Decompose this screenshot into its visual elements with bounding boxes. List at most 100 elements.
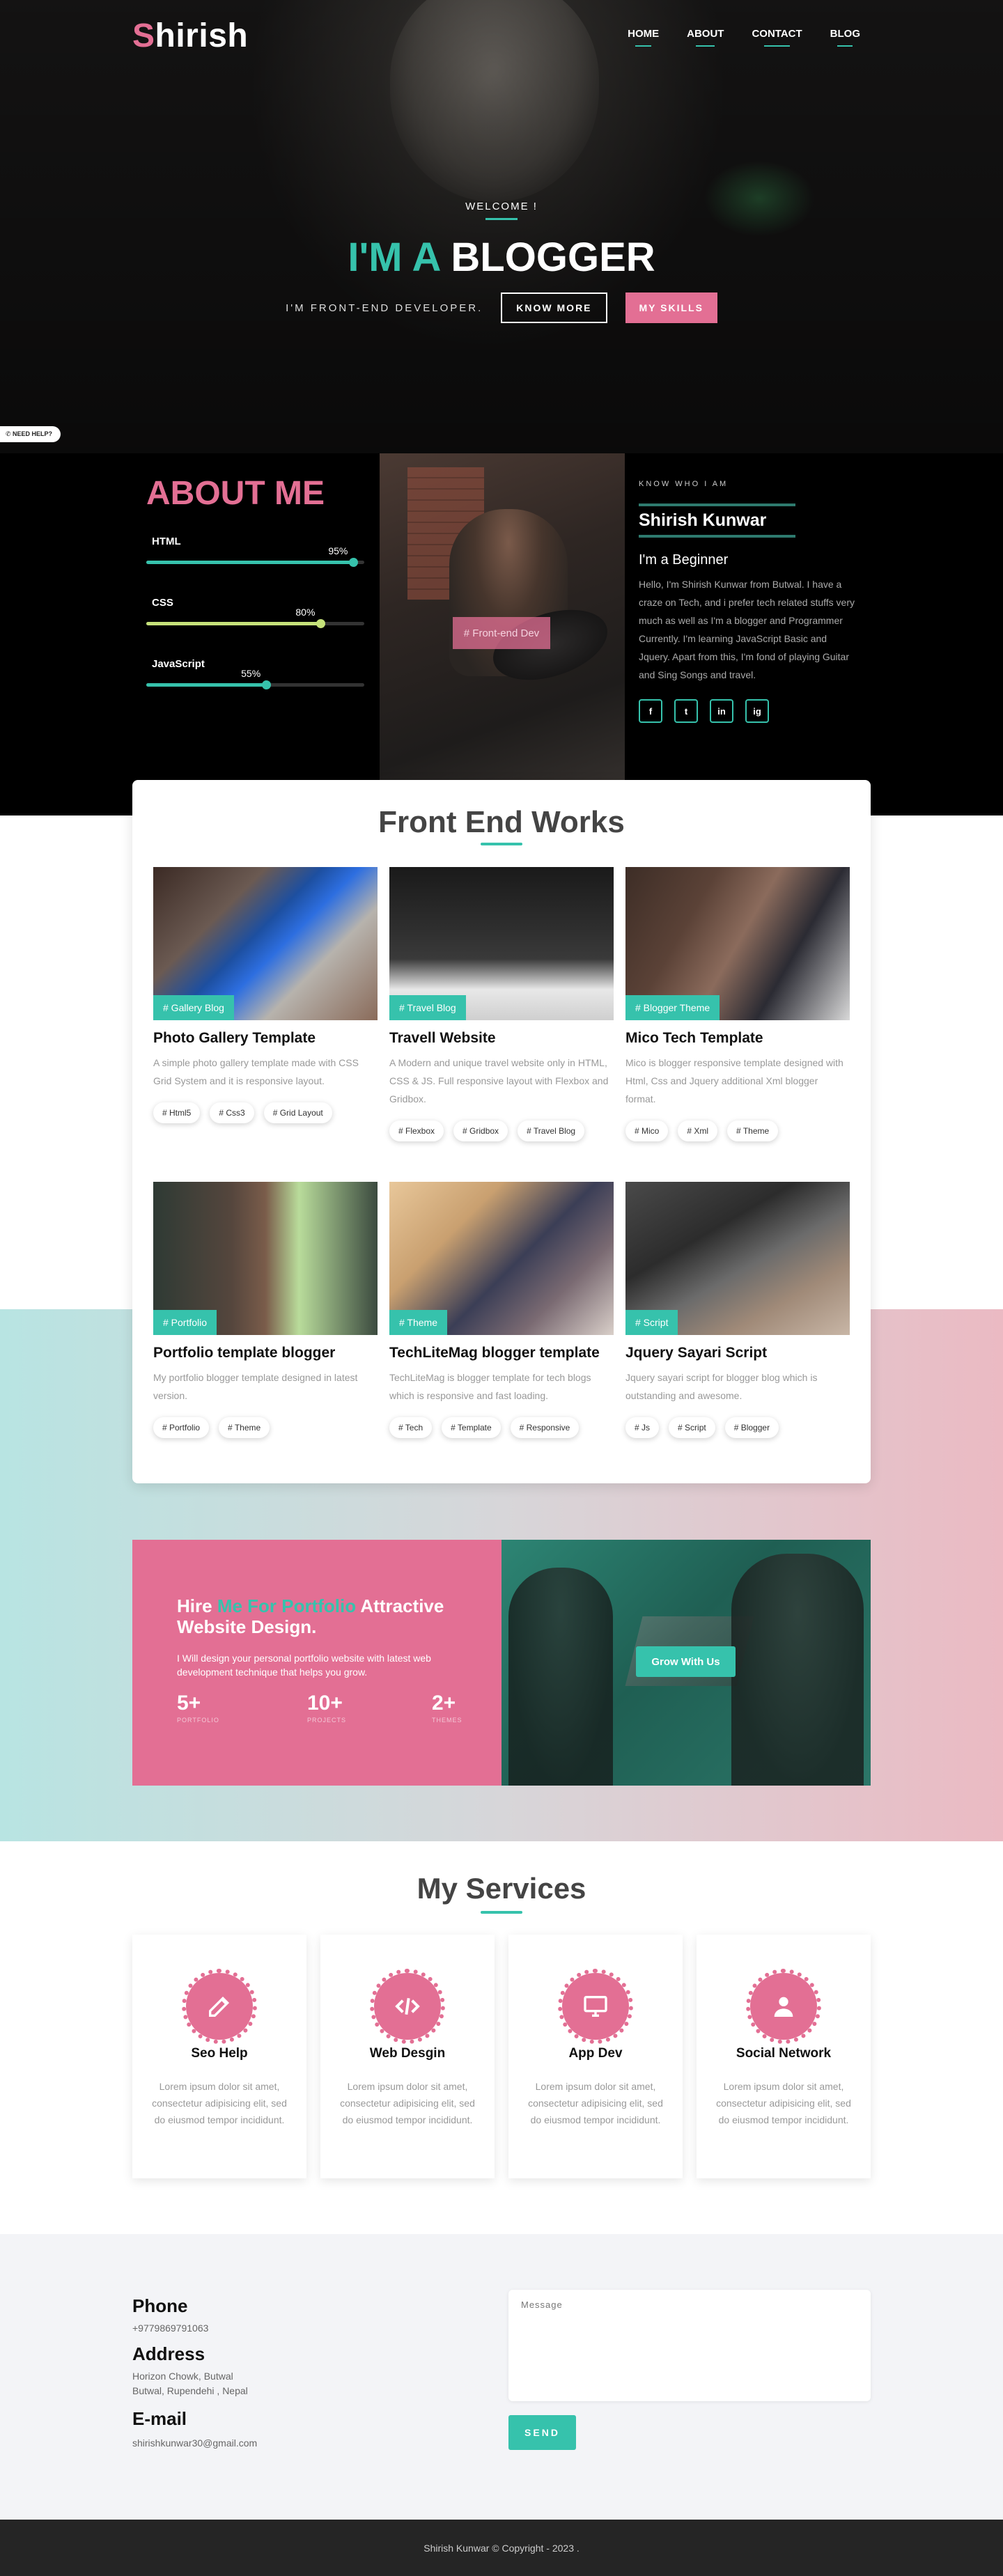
- phone-label: Phone: [132, 2295, 188, 2316]
- about-title: ABOUT ME: [146, 475, 325, 512]
- work-description: Mico is blogger responsive template desi…: [625, 1057, 843, 1104]
- work-card[interactable]: # Travel Blog Travell Website A Modern a…: [389, 867, 614, 1141]
- work-thumbnail: # Script: [625, 1182, 850, 1335]
- know-more-button[interactable]: KNOW MORE: [501, 292, 607, 323]
- linkedin-icon[interactable]: in: [710, 699, 733, 723]
- service-card-web-design[interactable]: Web Desgin Lorem ipsum dolor sit amet, c…: [320, 1935, 495, 2178]
- social-links: f t in ig: [639, 699, 769, 723]
- work-chip[interactable]: # Flexbox: [389, 1121, 444, 1141]
- phone-value: +9779869791063: [132, 2323, 209, 2334]
- work-chip[interactable]: # Blogger: [724, 1417, 779, 1438]
- work-thumbnail: # Blogger Theme: [625, 867, 850, 1020]
- work-chip[interactable]: # Html5: [153, 1102, 201, 1123]
- work-chip[interactable]: # Portfolio: [153, 1417, 210, 1438]
- work-description: Jquery sayari script for blogger blog wh…: [625, 1372, 818, 1401]
- work-tag: # Script: [625, 1310, 678, 1335]
- skill-name: CSS: [152, 597, 173, 609]
- hero-divider: [485, 218, 518, 220]
- service-title: App Dev: [568, 2046, 623, 2061]
- service-card-seo[interactable]: Seo Help Lorem ipsum dolor sit amet, con…: [132, 1935, 306, 2178]
- service-card-app-dev[interactable]: App Dev Lorem ipsum dolor sit amet, cons…: [508, 1935, 683, 2178]
- skill-javascript: JavaScript 55%: [146, 658, 364, 689]
- work-chip[interactable]: # Css3: [210, 1102, 254, 1123]
- instagram-icon[interactable]: ig: [745, 699, 769, 723]
- nav-about[interactable]: ABOUT: [687, 28, 724, 47]
- work-card[interactable]: # Blogger Theme Mico Tech Template Mico …: [625, 867, 850, 1141]
- work-card[interactable]: # Script Jquery Sayari Script Jquery say…: [625, 1182, 850, 1438]
- work-chip[interactable]: # Template: [442, 1417, 501, 1438]
- work-thumbnail: # Theme: [389, 1182, 614, 1335]
- work-title: Portfolio template blogger: [153, 1345, 336, 1361]
- skill-html: HTML 95%: [146, 536, 364, 567]
- hire-title: Hire Me For Portfolio Attractive Website…: [177, 1595, 444, 1637]
- site-logo[interactable]: Shirish: [132, 17, 248, 55]
- facebook-icon[interactable]: f: [639, 699, 662, 723]
- work-chip[interactable]: # Mico: [625, 1121, 669, 1141]
- hero-subtitle: I'M FRONT-END DEVELOPER.: [286, 302, 483, 314]
- work-chip[interactable]: # Responsive: [510, 1417, 580, 1438]
- skill-percent: 55%: [241, 668, 261, 679]
- nav-home[interactable]: HOME: [628, 28, 659, 47]
- skill-percent: 80%: [295, 607, 316, 618]
- about-description: Hello, I'm Shirish Kunwar from Butwal. I…: [639, 579, 855, 680]
- work-card[interactable]: # Gallery Blog Photo Gallery Template A …: [153, 867, 378, 1123]
- address-label: Address: [132, 2343, 205, 2364]
- work-chip[interactable]: # Travel Blog: [518, 1121, 585, 1141]
- nav-contact[interactable]: CONTACT: [752, 28, 802, 47]
- address-line-2: Butwal, Rupendehi , Nepal: [132, 2385, 248, 2396]
- footer: Shirish Kunwar © Copyright - 2023 .: [0, 2520, 1003, 2576]
- work-chip[interactable]: # Theme: [727, 1121, 779, 1141]
- works-section: Front End Works # Gallery Blog Photo Gal…: [132, 780, 871, 1483]
- skill-bar: [146, 680, 364, 689]
- grow-with-us-button[interactable]: Grow With Us: [636, 1646, 736, 1677]
- work-chip[interactable]: # Gridbox: [453, 1121, 508, 1141]
- about-name: Shirish Kunwar: [639, 510, 767, 530]
- work-chip[interactable]: # Theme: [219, 1417, 270, 1438]
- work-description: TechLiteMag is blogger template for tech…: [389, 1372, 591, 1401]
- service-description: Lorem ipsum dolor sit amet, consectetur …: [152, 2081, 287, 2125]
- send-button[interactable]: SEND: [508, 2415, 576, 2450]
- work-chip[interactable]: # Tech: [389, 1417, 433, 1438]
- my-skills-button[interactable]: MY SKILLS: [625, 292, 717, 323]
- work-description: A simple photo gallery template made wit…: [153, 1057, 359, 1086]
- edit-icon: [182, 1969, 257, 2044]
- work-tag: # Portfolio: [153, 1310, 217, 1335]
- skill-percent: 95%: [328, 545, 348, 556]
- work-description: A Modern and unique travel website only …: [389, 1057, 609, 1104]
- work-card[interactable]: # Theme TechLiteMag blogger template Tec…: [389, 1182, 614, 1438]
- service-description: Lorem ipsum dolor sit amet, consectetur …: [340, 2081, 475, 2125]
- works-title: Front End Works: [378, 805, 625, 839]
- work-title: Travell Website: [389, 1030, 496, 1046]
- need-help-button[interactable]: ✆ NEED HELP?: [0, 426, 61, 442]
- email-label: E-mail: [132, 2408, 187, 2429]
- user-icon: [746, 1969, 821, 2044]
- work-tag: # Theme: [389, 1310, 447, 1335]
- monitor-icon: [558, 1969, 633, 2044]
- work-card[interactable]: # Portfolio Portfolio template blogger M…: [153, 1182, 378, 1438]
- stat-themes: 2+ THEMES: [432, 1692, 462, 1724]
- work-chip[interactable]: # Xml: [678, 1121, 718, 1141]
- service-card-social-network[interactable]: Social Network Lorem ipsum dolor sit ame…: [697, 1935, 871, 2178]
- email-value: shirishkunwar30@gmail.com: [132, 2437, 258, 2449]
- service-description: Lorem ipsum dolor sit amet, consectetur …: [528, 2081, 663, 2125]
- work-thumbnail: # Portfolio: [153, 1182, 378, 1335]
- message-textarea[interactable]: Message: [508, 2290, 871, 2401]
- work-title: Photo Gallery Template: [153, 1030, 316, 1046]
- hero-section: Shirish HOME ABOUT CONTACT BLOG WELCOME …: [0, 0, 1003, 453]
- work-chip[interactable]: # Grid Layout: [263, 1102, 332, 1123]
- work-chip[interactable]: # Script: [669, 1417, 715, 1438]
- twitter-icon[interactable]: t: [674, 699, 698, 723]
- work-title: Mico Tech Template: [625, 1030, 763, 1046]
- front-end-dev-button[interactable]: # Front-end Dev: [453, 617, 550, 649]
- service-description: Lorem ipsum dolor sit amet, consectetur …: [716, 2081, 851, 2125]
- whatsapp-icon: ✆: [6, 430, 13, 437]
- hire-description: I Will design your personal portfolio we…: [177, 1653, 431, 1678]
- nav-blog[interactable]: BLOG: [830, 28, 860, 47]
- work-description: My portfolio blogger template designed i…: [153, 1372, 358, 1401]
- skill-bar: [146, 619, 364, 628]
- work-chip[interactable]: # Js: [625, 1417, 660, 1438]
- service-title: Web Desgin: [369, 2046, 446, 2061]
- code-icon: [370, 1969, 445, 2044]
- work-tag: # Travel Blog: [389, 995, 466, 1020]
- service-title: Social Network: [736, 2046, 832, 2061]
